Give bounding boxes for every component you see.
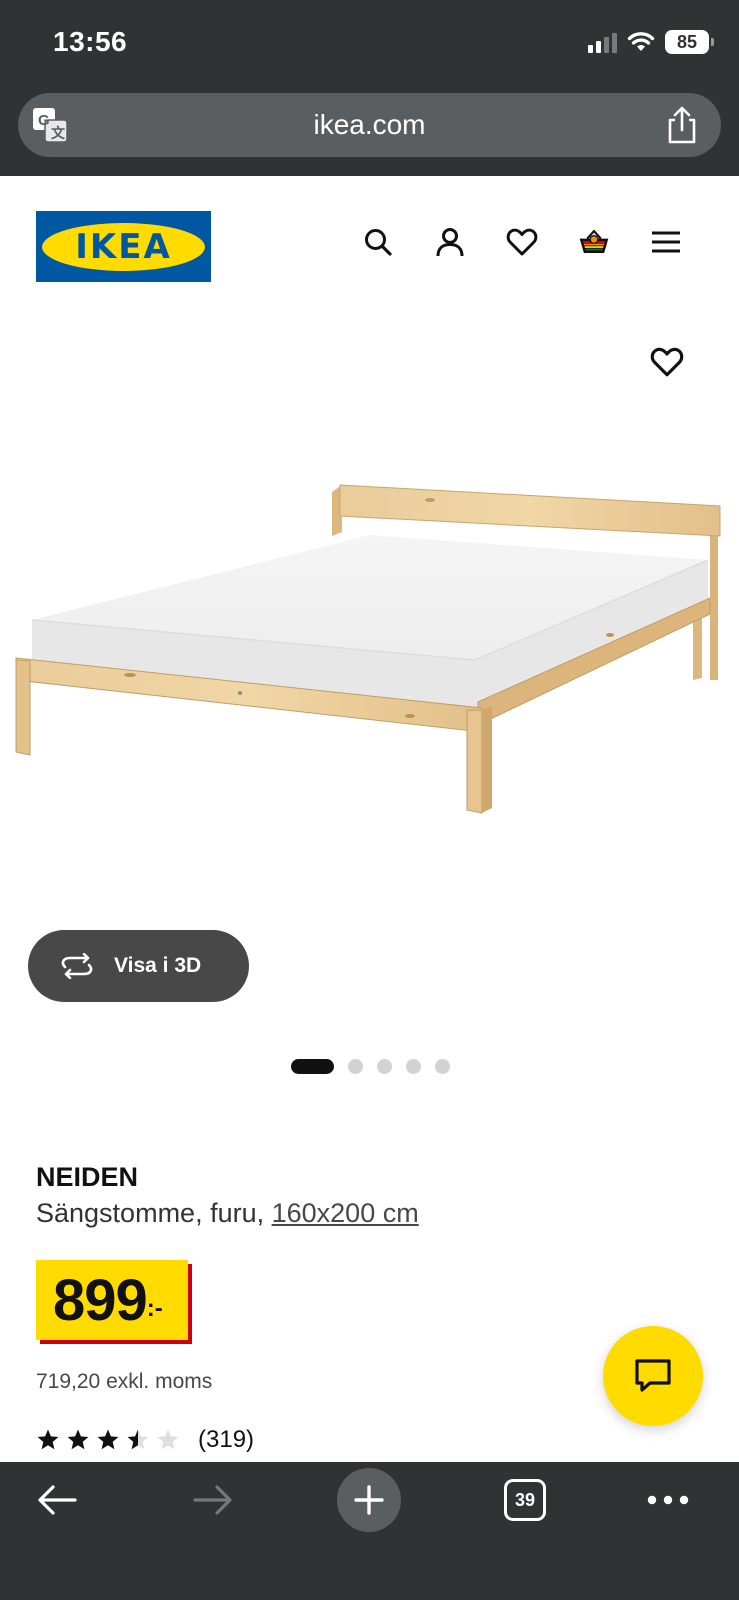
- rating-stars: [36, 1428, 180, 1452]
- view-in-3d-button[interactable]: Visa i 3D: [28, 930, 249, 1002]
- carousel-dot-5[interactable]: [435, 1059, 450, 1074]
- plus-icon: [354, 1485, 384, 1515]
- product-description: Sängstomme, furu, 160x200 cm: [36, 1198, 419, 1229]
- product-name: NEIDEN: [36, 1162, 139, 1192]
- search-icon[interactable]: [362, 226, 394, 258]
- rating-star-4: [127, 1429, 149, 1450]
- carousel-dot-2[interactable]: [348, 1059, 363, 1074]
- heart-icon[interactable]: [506, 226, 538, 258]
- chat-icon: [635, 1359, 671, 1392]
- cart-icon[interactable]: [578, 226, 610, 258]
- back-arrow-icon: [38, 1485, 77, 1515]
- carousel-dot-1[interactable]: [291, 1059, 334, 1074]
- forward-button[interactable]: [188, 1462, 238, 1538]
- carousel-dot-3[interactable]: [377, 1059, 392, 1074]
- product-rating[interactable]: (319): [36, 1426, 254, 1454]
- forward-arrow-icon: [193, 1485, 232, 1515]
- battery-indicator: 85: [665, 30, 714, 54]
- status-icons: 85: [588, 30, 714, 54]
- rating-star-1: [37, 1429, 59, 1450]
- tab-count: 39: [504, 1479, 546, 1521]
- size-link[interactable]: 160x200 cm: [272, 1198, 419, 1228]
- view-in-3d-label: Visa i 3D: [114, 954, 202, 977]
- logo-oval: IKEA: [42, 222, 205, 271]
- price-suffix: :-: [146, 1295, 163, 1322]
- image-carousel-dots: [291, 1059, 450, 1074]
- product-image-bed[interactable]: [10, 480, 730, 840]
- cellular-signal-icon: [588, 31, 617, 53]
- more-dots-icon: [647, 1495, 689, 1505]
- price-tag: 899:-: [36, 1260, 188, 1340]
- price-excl-vat: 719,20 exkl. moms: [36, 1370, 213, 1393]
- browser-bottom-toolbar: 39: [0, 1462, 739, 1600]
- rating-star-3: [97, 1429, 119, 1450]
- logo-text: IKEA: [75, 226, 172, 267]
- back-button[interactable]: [32, 1462, 82, 1538]
- more-menu-button[interactable]: [646, 1462, 690, 1538]
- rating-star-5: [157, 1429, 179, 1450]
- wifi-icon: [627, 32, 655, 51]
- price-value: 899: [53, 1267, 148, 1333]
- review-count[interactable]: (319): [198, 1426, 254, 1454]
- status-time: 13:56: [53, 26, 128, 57]
- url-text: ikea.com: [313, 109, 426, 140]
- account-icon[interactable]: [434, 226, 466, 258]
- product-type: Sängstomme, furu,: [36, 1198, 272, 1228]
- plus-circle: [337, 1468, 401, 1532]
- browser-top-bar: 13:56 85 G 文 ikea.com: [0, 0, 739, 176]
- carousel-dot-4[interactable]: [406, 1059, 421, 1074]
- menu-icon[interactable]: [650, 226, 682, 258]
- tabs-button[interactable]: 39: [503, 1462, 547, 1538]
- add-to-favourites-icon[interactable]: [650, 345, 684, 379]
- share-icon[interactable]: [665, 105, 699, 145]
- chat-button[interactable]: [603, 1326, 703, 1426]
- rating-star-2: [67, 1429, 89, 1450]
- header-nav-icons: [362, 226, 682, 258]
- ikea-logo[interactable]: IKEA: [36, 211, 211, 282]
- rotate-3d-icon: [61, 953, 93, 979]
- new-tab-button[interactable]: [337, 1462, 401, 1538]
- url-bar[interactable]: G 文 ikea.com: [18, 93, 721, 157]
